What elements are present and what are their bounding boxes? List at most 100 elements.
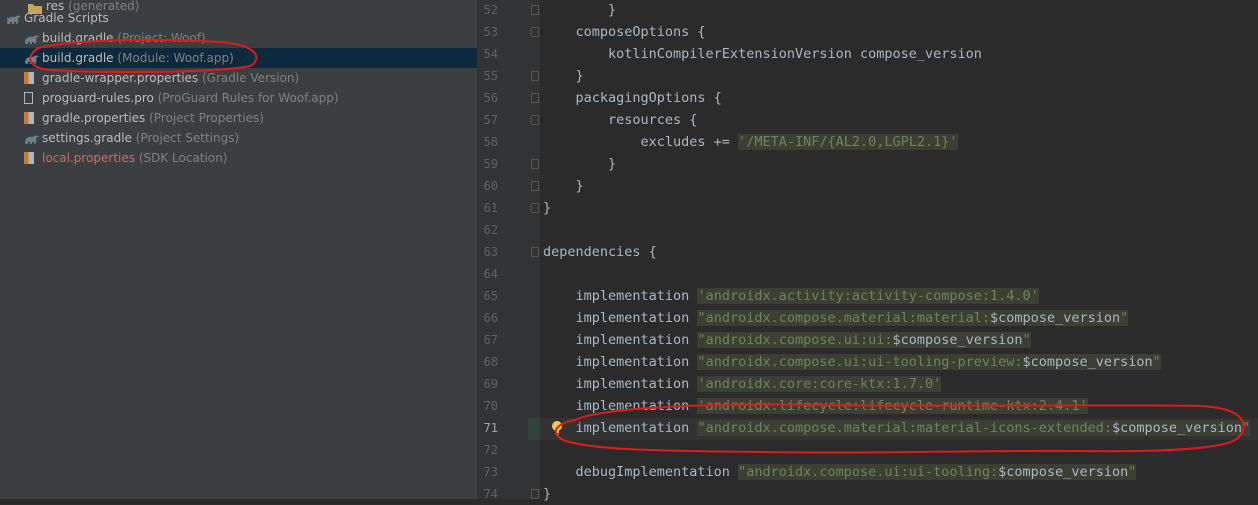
line-number: 74	[483, 487, 498, 501]
string-literal: 'androidx.activity:activity-compose:1.4.…	[697, 288, 1039, 304]
code-token: dependencies {	[543, 244, 657, 260]
string-literal: "androidx.compose.ui:ui:	[697, 332, 893, 348]
tree-item-build-gradle[interactable]: build.gradle (Module: Woof.app)	[0, 48, 477, 68]
code-line[interactable]: }	[543, 65, 584, 87]
line-number: 56	[483, 91, 498, 105]
line-number: 53	[483, 25, 498, 39]
tree-item-label: gradle-wrapper.properties (Gradle Versio…	[42, 71, 300, 85]
tree-item-settings-gradle[interactable]: settings.gradle (Project Settings)	[0, 128, 477, 148]
code-token: packagingOptions {	[543, 90, 722, 106]
fold-marker-icon[interactable]	[531, 203, 539, 213]
code-token: implementation	[543, 288, 698, 304]
fold-marker-icon[interactable]	[531, 159, 539, 169]
line-number: 63	[483, 245, 498, 259]
fold-marker-icon[interactable]	[531, 181, 539, 191]
code-token: implementation	[543, 420, 698, 436]
line-number: 66	[483, 311, 498, 325]
fold-marker-icon[interactable]	[531, 71, 539, 81]
code-line[interactable]: resources {	[543, 109, 697, 131]
project-tree-panel: res (generated) ⌄ Gradle Scripts build.grad…	[0, 0, 477, 499]
template-variable: $compose_version	[1022, 354, 1153, 370]
properties-icon	[24, 112, 34, 124]
code-token: }	[543, 200, 552, 216]
code-token: }	[543, 486, 552, 502]
string-literal: "androidx.compose.material:material:	[697, 310, 991, 326]
tree-item-hint: (Project Settings)	[131, 131, 240, 145]
string-literal: "androidx.compose.ui:ui-tooling-preview:	[697, 354, 1023, 370]
code-line[interactable]: composeOptions {	[543, 21, 706, 43]
code-token: implementation	[543, 398, 698, 414]
code-line[interactable]: implementation 'androidx.lifecycle:lifec…	[543, 395, 1088, 417]
line-number: 54	[483, 47, 498, 61]
code-line[interactable]: implementation "androidx.compose.materia…	[543, 307, 1129, 329]
code-token: excludes +=	[543, 134, 739, 150]
tree-item-label: build.gradle (Module: Woof.app)	[42, 51, 234, 65]
code-token: debugImplementation	[543, 464, 739, 480]
line-number: 60	[483, 179, 498, 193]
code-line[interactable]: implementation 'androidx.activity:activi…	[543, 285, 1039, 307]
line-number: 55	[483, 69, 498, 83]
code-token: implementation	[543, 310, 698, 326]
tree-item-hint: (Gradle Version)	[198, 71, 300, 85]
line-number: 65	[483, 289, 498, 303]
fold-marker-icon[interactable]	[531, 247, 539, 257]
tree-item-gradle-scripts[interactable]: ⌄ Gradle Scripts	[0, 8, 477, 28]
fold-marker-icon[interactable]	[531, 93, 539, 103]
fold-marker-icon[interactable]	[531, 27, 539, 37]
code-token: }	[543, 2, 617, 18]
string-literal: 'androidx.core:core-ktx:1.7.0'	[697, 376, 942, 392]
fold-marker-icon[interactable]	[531, 5, 539, 15]
tree-item-label: build.gradle (Project: Woof)	[42, 31, 206, 45]
tree-item-label: proguard-rules.pro (ProGuard Rules for W…	[42, 91, 339, 105]
tree-item-hint: (Project: Woof)	[113, 31, 206, 45]
code-token: }	[543, 178, 584, 194]
code-line[interactable]: }	[543, 0, 616, 21]
line-number: 59	[483, 157, 498, 171]
code-line[interactable]: excludes += '/META-INF/{AL2.0,LGPL2.1}'	[543, 131, 958, 153]
code-line[interactable]: debugImplementation "androidx.compose.ui…	[543, 461, 1137, 483]
code-line[interactable]: kotlinCompilerExtensionVersion compose_v…	[543, 43, 982, 65]
properties-icon	[24, 72, 34, 84]
code-line[interactable]: }	[543, 153, 616, 175]
code-line[interactable]: implementation "androidx.compose.materia…	[543, 417, 1251, 439]
code-token: }	[543, 68, 584, 84]
tree-item-gradle-wrapper-properties[interactable]: gradle-wrapper.properties (Gradle Versio…	[0, 68, 477, 88]
code-line[interactable]: }	[543, 483, 551, 505]
line-number: 52	[483, 3, 498, 17]
string-literal: "	[1120, 310, 1129, 326]
string-literal: "androidx.compose.material:material-icon…	[697, 420, 1112, 436]
tree-item-label: gradle.properties (Project Properties)	[42, 111, 264, 125]
line-number: 62	[483, 223, 498, 237]
string-literal: '/META-INF/{AL2.0,LGPL2.1}'	[738, 134, 958, 150]
tree-item-label: Gradle Scripts	[24, 11, 109, 25]
code-line[interactable]: implementation "androidx.compose.ui:ui-t…	[543, 351, 1161, 373]
text-file-icon	[24, 92, 33, 104]
template-variable: $compose_version	[998, 464, 1129, 480]
code-token: kotlinCompilerExtensionVersion compose_v…	[543, 46, 982, 62]
tree-item-build-gradle[interactable]: build.gradle (Project: Woof)	[0, 28, 477, 48]
fold-marker-icon[interactable]	[531, 115, 539, 125]
tree-item-hint: (ProGuard Rules for Woof.app)	[153, 91, 339, 105]
tree-item-local-properties[interactable]: local.properties (SDK Location)	[0, 148, 477, 168]
tree-item-gradle-properties[interactable]: gradle.properties (Project Properties)	[0, 108, 477, 128]
string-literal: "	[1242, 420, 1251, 436]
code-line[interactable]: implementation "androidx.compose.ui:ui:$…	[543, 329, 1031, 351]
fold-marker-icon[interactable]	[531, 489, 539, 499]
tree-item-proguard-rules-pro[interactable]: proguard-rules.pro (ProGuard Rules for W…	[0, 88, 477, 108]
code-line[interactable]: dependencies {	[543, 241, 657, 263]
code-token: implementation	[543, 376, 698, 392]
line-number: 64	[483, 267, 498, 281]
code-line[interactable]: packagingOptions {	[543, 87, 722, 109]
code-line[interactable]: implementation 'androidx.core:core-ktx:1…	[543, 373, 942, 395]
template-variable: $compose_version	[892, 332, 1023, 348]
string-literal: "androidx.compose.ui:ui-tooling:	[738, 464, 999, 480]
lightbulb-icon[interactable]	[550, 420, 564, 436]
code-line[interactable]: }	[543, 197, 551, 219]
line-number: 67	[483, 333, 498, 347]
code-line[interactable]: }	[543, 175, 584, 197]
template-variable: $compose_version	[1111, 420, 1242, 436]
line-number: 68	[483, 355, 498, 369]
string-literal: "	[1152, 354, 1161, 370]
code-token: implementation	[543, 332, 698, 348]
tree-item-label: local.properties (SDK Location)	[42, 151, 228, 165]
